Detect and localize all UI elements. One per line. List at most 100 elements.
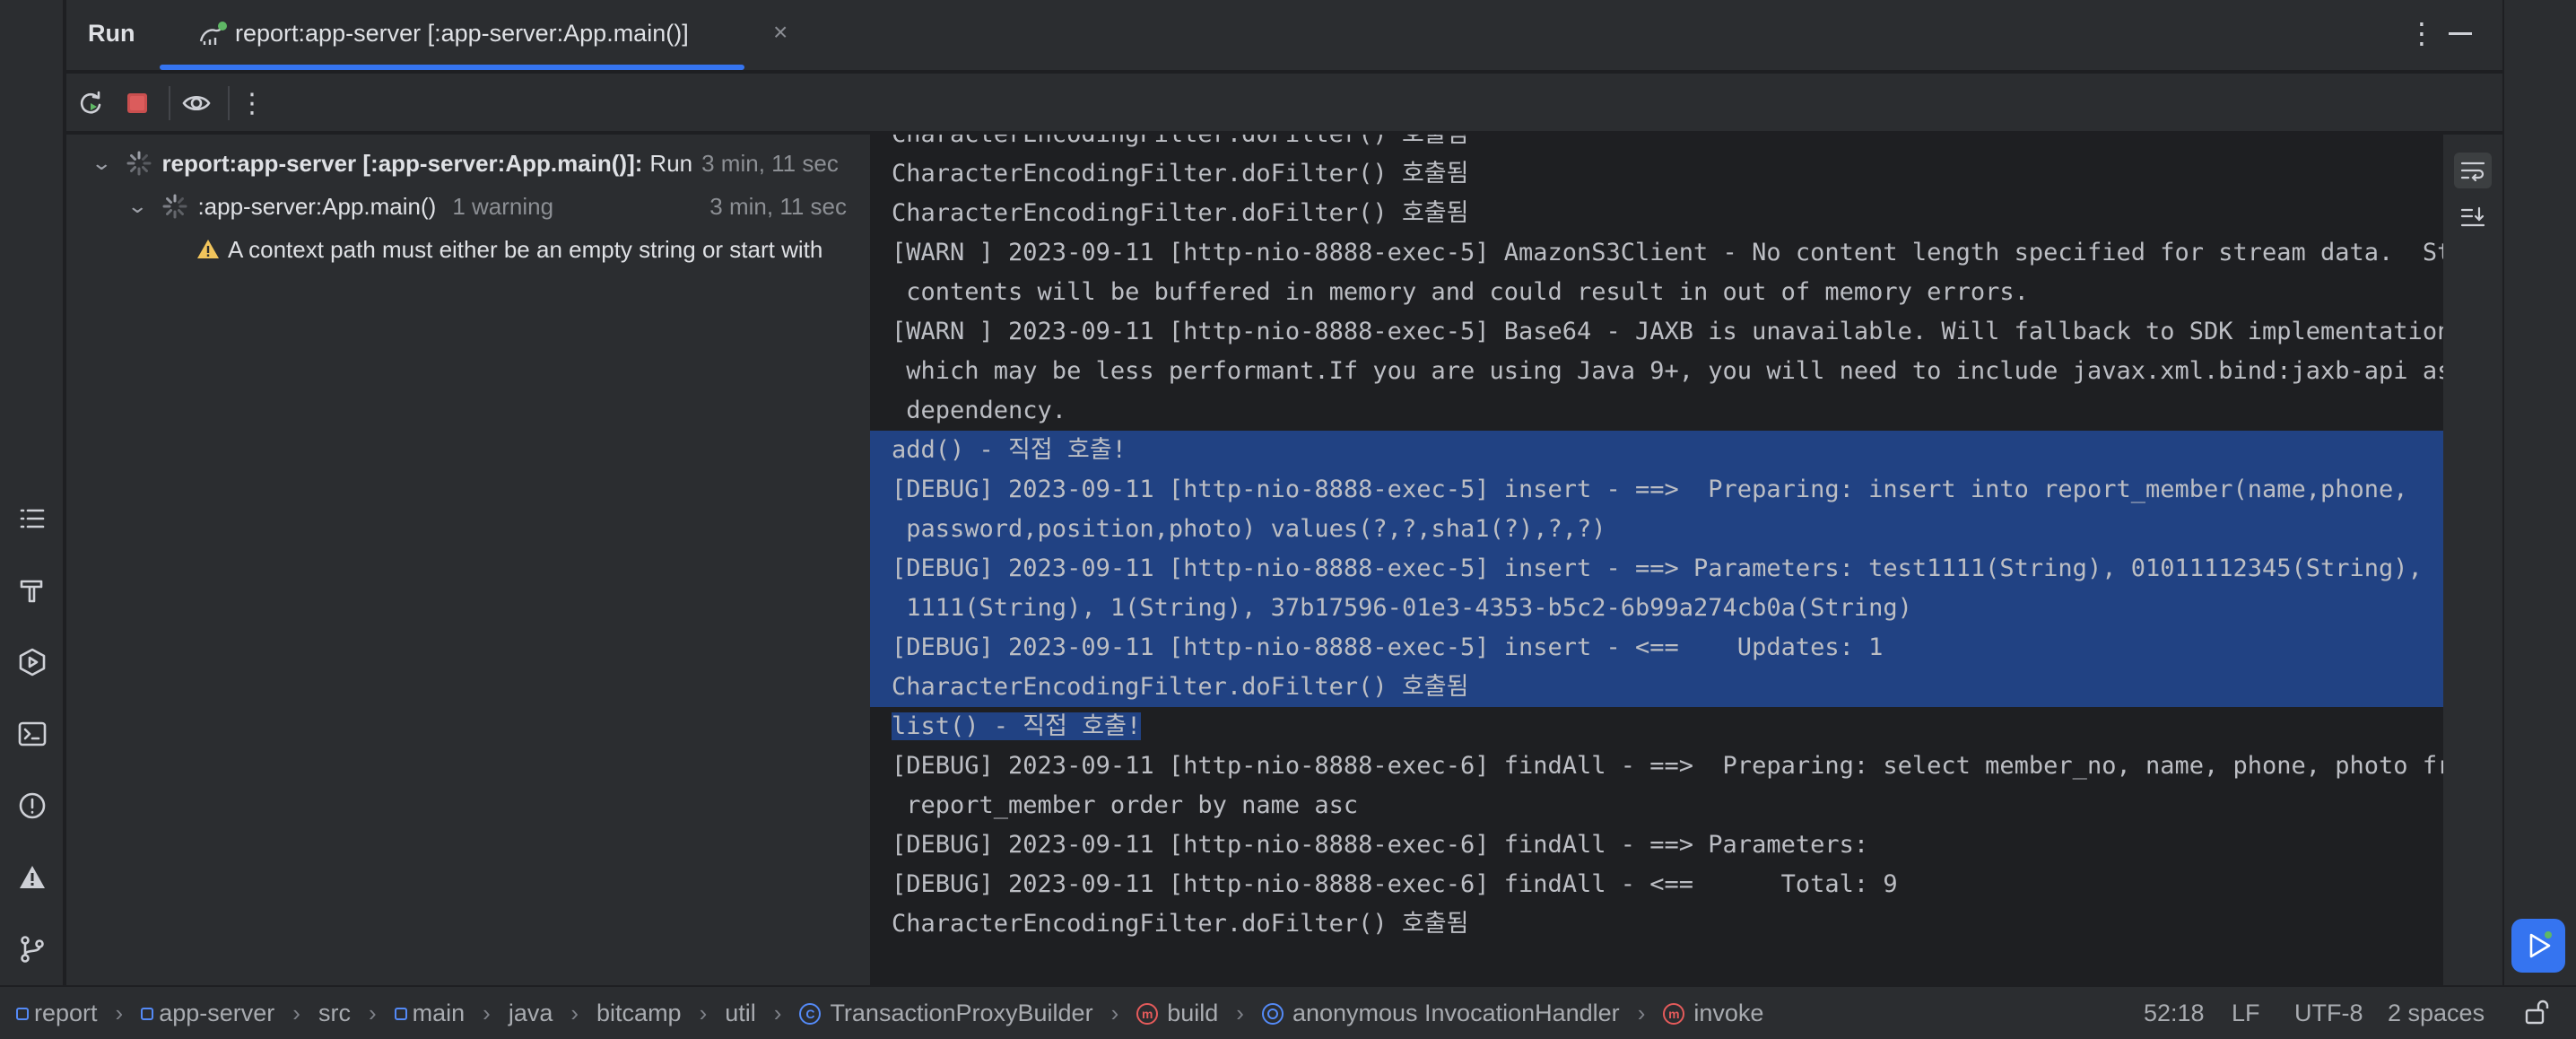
tab-title: report:app-server [:app-server:App.main(… [235,20,689,47]
tab-active-indicator [160,65,744,70]
tree-warning-row[interactable]: A context path must either be an empty s… [196,231,822,267]
warning-icon [197,240,219,258]
structure-button[interactable] [9,495,56,542]
chevron-down-icon[interactable]: ⌄ [91,152,112,175]
tree-root-time: 3 min, 11 sec [701,149,839,177]
stop-icon [127,93,147,113]
left-tool-strip [0,0,65,985]
services-button[interactable] [9,639,56,685]
stop-button[interactable] [118,84,156,122]
console-line: CharacterEncodingFilter.doFilter() 호출됨 [892,160,1469,188]
run-toolbar: ⋮ [66,74,2502,133]
breadcrumb-separator-icon: › [1236,1000,1244,1026]
console-line: contents will be buffered in memory and … [892,278,2029,306]
breadcrumb-label: java [508,1000,553,1026]
console-line: 1111(String), 1(String), 37b17596-01e3-4… [870,589,2443,628]
method-icon: m [1136,1002,1159,1025]
breadcrumb-label: TransactionProxyBuilder [830,1000,1093,1026]
tab-app-server[interactable]: report:app-server [:app-server:App.main(… [181,0,809,72]
run-tool-title: Run [88,20,135,47]
gradle-run-icon [199,22,227,45]
breadcrumb-item[interactable]: main [394,1000,465,1027]
rerun-button[interactable] [72,84,109,122]
tree-root-suffix: Run [649,149,693,177]
run-tree: ⌄ report:app-server [:app-server:App.mai… [66,135,870,985]
problems-button[interactable] [9,782,56,829]
structure-icon [20,509,45,528]
tree-warning-text: A context path must either be an empty s… [228,235,823,263]
toolbar-more-icon[interactable]: ⋮ [233,84,271,122]
breadcrumb-item[interactable]: app-server [141,1000,274,1027]
loading-spinner-icon [126,151,152,176]
breadcrumb-item[interactable]: bitcamp [596,1000,682,1027]
view-options-button[interactable] [178,84,215,122]
breadcrumb-item[interactable]: m invoke [1663,1000,1763,1027]
console-line: add() - 직접 호출! [870,431,2443,470]
module-icon [394,1007,407,1020]
console-line: [DEBUG] 2023-09-11 [http-nio-8888-exec-5… [870,549,2443,589]
breadcrumb-item[interactable]: anonymous InvocationHandler [1261,1000,1620,1027]
caret-position[interactable]: 52:18 [2144,1000,2205,1027]
breadcrumb: report › app-server › src › main › java › bitcamp ›… [16,1000,1763,1027]
rerun-icon [80,91,101,114]
breadcrumb-label: util [725,1000,756,1026]
console-line: [DEBUG] 2023-09-11 [http-nio-8888-exec-5… [870,628,2443,668]
breadcrumb-item[interactable]: C TransactionProxyBuilder [799,1000,1093,1027]
console-side-toolbar [2443,135,2502,985]
file-encoding[interactable]: UTF-8 [2294,1000,2363,1027]
hammer-icon [20,580,43,603]
chevron-down-icon[interactable]: ⌄ [126,195,148,218]
breadcrumb-item[interactable]: src [318,1000,351,1027]
ai-assistant-button[interactable] [2511,919,2565,973]
console-line: [DEBUG] 2023-09-11 [http-nio-8888-exec-6… [892,831,1884,859]
warnings-button[interactable] [9,854,56,901]
console-line: CharacterEncodingFilter.doFilter() 호출됨 [892,199,1469,227]
indent-setting[interactable]: 2 spaces [2388,1000,2485,1027]
terminal-button[interactable] [9,711,56,757]
breadcrumb-item[interactable]: util [725,1000,756,1027]
breadcrumb-label: build [1167,1000,1219,1026]
breadcrumb-separator-icon: › [773,1000,782,1026]
breadcrumb-separator-icon: › [292,1000,300,1026]
breadcrumb-item[interactable]: m build [1136,1000,1218,1027]
breadcrumb-separator-icon: › [699,1000,708,1026]
line-separator[interactable]: LF [2232,1000,2260,1027]
tree-child-row[interactable]: ⌄ :app-server:App.main() 1 warning 3 min… [126,188,847,224]
anonymous-class-icon [1261,1002,1284,1025]
breadcrumb-item[interactable]: java [509,1000,553,1027]
module-icon [16,1007,29,1020]
eye-icon [182,95,211,111]
console-line: CharacterEncodingFilter.doFilter() 호출됨 [892,910,1469,938]
tree-child-time: 3 min, 11 sec [709,192,847,220]
scroll-to-end-button[interactable] [2454,199,2492,235]
run-tool-header: Run report:app-server [:app-server:App.m… [66,0,2502,72]
breadcrumb-separator-icon: › [368,1000,377,1026]
console-line: [DEBUG] 2023-09-11 [http-nio-8888-exec-6… [892,752,2443,780]
git-button[interactable] [9,926,56,973]
tree-root-label: report:app-server [:app-server:App.main(… [161,149,643,177]
console-line: [WARN ] 2023-09-11 [http-nio-8888-exec-5… [892,239,2443,266]
more-options-icon[interactable]: ⋮ [2407,16,2436,50]
build-button[interactable] [9,567,56,614]
console-line: [DEBUG] 2023-09-11 [http-nio-8888-exec-5… [870,470,2443,510]
soft-wrap-button[interactable] [2454,153,2492,188]
console-output[interactable]: CharacterEncodingFilter.doFilter() 호출됨 Ch… [870,135,2443,985]
minimize-icon[interactable] [2449,32,2472,35]
class-icon: C [799,1002,822,1025]
console-line: CharacterEncodingFilter.doFilter() 호출됨 [870,135,2443,154]
unlock-icon[interactable] [2522,998,2551,1026]
tab-close-icon[interactable]: × [773,18,788,47]
right-tool-strip [2502,0,2576,985]
breadcrumb-item[interactable]: report [16,1000,98,1027]
breadcrumb-label: src [318,1000,351,1026]
console-line: report_member order by name asc [892,791,1359,819]
tree-root-row[interactable]: ⌄ report:app-server [:app-server:App.mai… [91,145,870,181]
console-line: password,position,photo) values(?,?,sha1… [870,510,2443,549]
terminal-icon [18,721,47,747]
breadcrumb-separator-icon: › [115,1000,124,1026]
console-lines: CharacterEncodingFilter.doFilter() 호출됨 Ch… [870,135,2443,944]
breadcrumb-separator-icon: › [483,1000,491,1026]
toolbar-divider [169,86,170,120]
module-icon [141,1007,154,1020]
problems-icon [19,792,46,819]
